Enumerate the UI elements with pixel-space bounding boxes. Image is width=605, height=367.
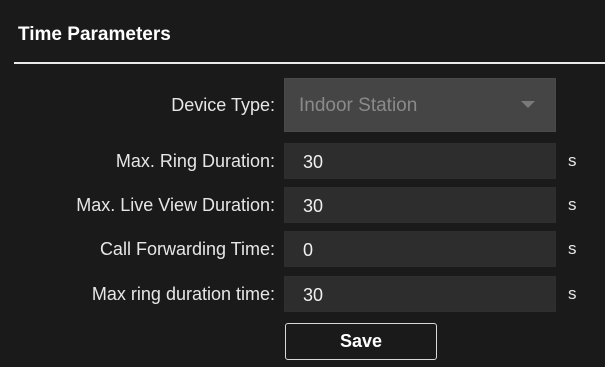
max-ring-duration-row: Max. Ring Duration: 30 s — [0, 143, 605, 179]
max-ring-duration-input[interactable]: 30 — [284, 143, 556, 179]
call-forwarding-time-row: Call Forwarding Time: 0 s — [0, 231, 605, 267]
max-ring-duration-time-input[interactable]: 30 — [284, 276, 556, 312]
max-live-view-duration-value: 30 — [303, 196, 324, 216]
max-ring-duration-time-value: 30 — [303, 285, 324, 305]
max-ring-duration-time-unit: s — [568, 284, 577, 303]
device-type-value: Indoor Station — [299, 95, 418, 116]
save-button[interactable]: Save — [285, 323, 437, 360]
call-forwarding-time-value: 0 — [303, 240, 314, 260]
max-ring-duration-time-row: Max ring duration time: 30 s — [0, 276, 605, 312]
max-live-view-duration-row: Max. Live View Duration: 30 s — [0, 187, 605, 223]
max-live-view-duration-input[interactable]: 30 — [284, 187, 556, 223]
device-type-label: Device Type: — [171, 95, 275, 115]
section-header: Time Parameters — [0, 0, 605, 64]
call-forwarding-time-label: Call Forwarding Time: — [99, 239, 275, 259]
chevron-down-icon — [521, 101, 535, 108]
call-forwarding-time-input[interactable]: 0 — [284, 231, 556, 267]
time-parameters-panel: Time Parameters Device Type: Indoor Stat… — [0, 0, 605, 367]
device-type-row: Device Type: Indoor Station — [0, 78, 605, 132]
max-live-view-duration-label: Max. Live View Duration: — [76, 195, 275, 215]
call-forwarding-time-unit: s — [568, 239, 577, 258]
max-ring-duration-unit: s — [568, 151, 577, 170]
device-type-select[interactable]: Indoor Station — [284, 78, 556, 132]
max-ring-duration-time-label: Max ring duration time: — [91, 284, 275, 304]
max-live-view-duration-unit: s — [568, 195, 577, 214]
header-divider — [14, 62, 605, 64]
max-ring-duration-value: 30 — [303, 152, 324, 172]
section-title: Time Parameters — [18, 24, 171, 45]
max-ring-duration-label: Max. Ring Duration: — [115, 151, 275, 171]
